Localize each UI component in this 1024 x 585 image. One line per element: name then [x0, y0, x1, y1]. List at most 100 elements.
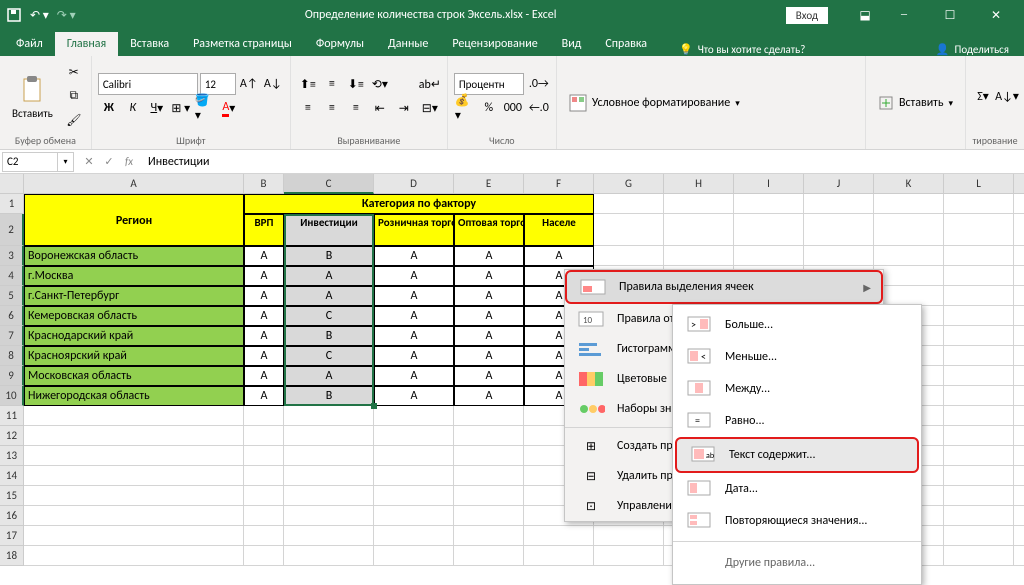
font-color-button[interactable]: A▾ [218, 97, 240, 119]
cell[interactable] [524, 546, 594, 566]
save-icon[interactable] [6, 7, 22, 23]
cell[interactable] [1014, 214, 1024, 246]
cell[interactable] [944, 306, 1014, 326]
cell[interactable] [1014, 194, 1024, 214]
cell[interactable] [284, 406, 374, 426]
col-header[interactable]: A [24, 174, 244, 194]
borders-button[interactable]: ⊞ ▾ [170, 97, 192, 119]
cell[interactable] [664, 246, 734, 266]
col-header[interactable]: B [244, 174, 284, 194]
col-header[interactable]: M [1014, 174, 1024, 194]
cell[interactable] [944, 194, 1014, 214]
cell[interactable] [284, 486, 374, 506]
cell[interactable]: г.Санкт-Петербург [24, 286, 244, 306]
percent-button[interactable]: % [478, 97, 500, 119]
cell[interactable] [284, 526, 374, 546]
cell[interactable] [374, 546, 454, 566]
row-header[interactable]: 4 [0, 266, 24, 286]
col-header[interactable]: L [944, 174, 1014, 194]
cell[interactable] [1014, 386, 1024, 406]
cell[interactable] [594, 194, 664, 214]
undo-icon[interactable]: ↶ ▾ [30, 8, 49, 23]
cell[interactable]: Нижегородская область [24, 386, 244, 406]
cell[interactable] [944, 506, 1014, 526]
cell[interactable] [244, 406, 284, 426]
indent-inc-button[interactable]: ⇥ [393, 97, 415, 119]
col-header[interactable]: J [804, 174, 874, 194]
cell[interactable] [24, 446, 244, 466]
cell[interactable] [1014, 426, 1024, 446]
tab-formulas[interactable]: Формулы [304, 32, 376, 56]
cell[interactable] [284, 466, 374, 486]
cell[interactable] [374, 526, 454, 546]
cell[interactable] [944, 246, 1014, 266]
cell[interactable]: C [284, 306, 374, 326]
wrap-text-button[interactable]: ab↵ [419, 73, 441, 95]
cell[interactable] [944, 486, 1014, 506]
menu-highlight-rules[interactable]: Правила выделения ячеек▶ [565, 270, 883, 304]
cell[interactable] [24, 526, 244, 546]
cell[interactable] [284, 546, 374, 566]
cell[interactable] [804, 214, 874, 246]
cell[interactable] [244, 446, 284, 466]
cell[interactable] [244, 506, 284, 526]
cut-button[interactable]: ✂ [63, 61, 85, 83]
row-header[interactable]: 18 [0, 546, 24, 566]
row-header[interactable]: 6 [0, 306, 24, 326]
formula-input[interactable] [144, 152, 1024, 172]
cell[interactable] [244, 466, 284, 486]
row-header[interactable]: 8 [0, 346, 24, 366]
cell[interactable] [24, 486, 244, 506]
cell[interactable] [454, 526, 524, 546]
cell[interactable] [874, 194, 944, 214]
cell[interactable] [1014, 506, 1024, 526]
cell[interactable]: Инвестиции [284, 214, 374, 246]
cell[interactable] [594, 246, 664, 266]
fx-icon[interactable]: fx [120, 153, 138, 171]
cell[interactable]: A [374, 346, 454, 366]
cell[interactable] [374, 486, 454, 506]
number-format-combo[interactable]: Процентн [454, 73, 524, 95]
bold-button[interactable]: Ж [98, 97, 120, 119]
cell[interactable] [944, 546, 1014, 566]
row-header[interactable]: 15 [0, 486, 24, 506]
cell[interactable]: B [284, 246, 374, 266]
submenu-greater[interactable]: >Больше... [673, 309, 921, 341]
row-header[interactable]: 1 [0, 194, 24, 214]
inc-decimal-button[interactable]: .0→ [528, 73, 550, 95]
cell[interactable]: A [374, 266, 454, 286]
cell[interactable] [944, 406, 1014, 426]
select-all[interactable] [0, 174, 24, 194]
col-header[interactable]: K [874, 174, 944, 194]
row-header[interactable]: 16 [0, 506, 24, 526]
ribbon-options-icon[interactable]: ⬓ [850, 8, 880, 23]
cell[interactable] [454, 546, 524, 566]
cell[interactable]: A [524, 246, 594, 266]
indent-dec-button[interactable]: ⇤ [369, 97, 391, 119]
cell[interactable]: Воронежская область [24, 246, 244, 266]
cell[interactable] [944, 214, 1014, 246]
cell[interactable]: Краснодарский край [24, 326, 244, 346]
cell[interactable]: A [454, 346, 524, 366]
cell[interactable]: ВРП [244, 214, 284, 246]
cell[interactable]: A [374, 286, 454, 306]
row-header[interactable]: 14 [0, 466, 24, 486]
comma-button[interactable]: 000 [502, 97, 524, 119]
minimize-button[interactable]: ─ [882, 1, 926, 29]
tab-view[interactable]: Вид [550, 32, 594, 56]
tab-data[interactable]: Данные [376, 32, 440, 56]
dec-decimal-button[interactable]: ←.0 [528, 97, 550, 119]
submenu-text-contains[interactable]: abТекст содержит... [675, 437, 919, 473]
row-header[interactable]: 2 [0, 214, 24, 246]
row-header[interactable]: 17 [0, 526, 24, 546]
row-header[interactable]: 3 [0, 246, 24, 266]
cell[interactable]: A [454, 326, 524, 346]
orientation-button[interactable]: ⟲▾ [369, 73, 391, 95]
cell[interactable] [24, 426, 244, 446]
cell[interactable] [1014, 306, 1024, 326]
tab-home[interactable]: Главная [55, 32, 118, 56]
fill-color-button[interactable]: 🪣▾ [194, 97, 216, 119]
italic-button[interactable]: К [122, 97, 144, 119]
sort-button[interactable]: A↓▾ [996, 85, 1018, 107]
fill-handle[interactable] [371, 403, 377, 409]
